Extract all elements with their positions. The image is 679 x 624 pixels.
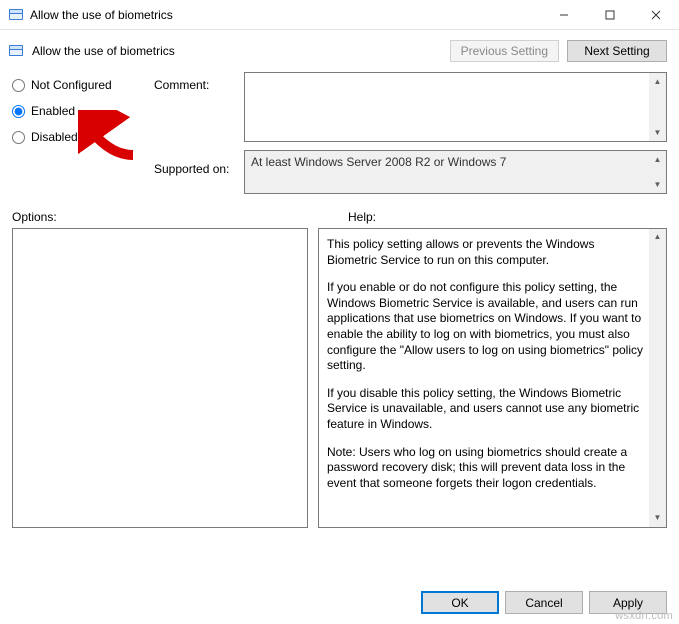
help-scrollbar[interactable]: ▲ ▼	[649, 229, 666, 527]
supported-scrollbar[interactable]: ▲ ▼	[649, 151, 666, 193]
supported-on-value: At least Windows Server 2008 R2 or Windo…	[251, 155, 506, 169]
comment-field[interactable]: ▲ ▼	[244, 72, 667, 142]
help-p3: If you disable this policy setting, the …	[327, 386, 644, 433]
enabled-radio[interactable]: Enabled	[12, 104, 142, 118]
scroll-down-icon[interactable]: ▼	[649, 124, 666, 141]
scroll-down-icon[interactable]: ▼	[649, 510, 666, 527]
scroll-up-icon[interactable]: ▲	[649, 229, 666, 246]
help-label: Help:	[348, 210, 376, 224]
field-values: ▲ ▼ At least Windows Server 2008 R2 or W…	[244, 72, 667, 194]
comment-label: Comment:	[154, 72, 232, 92]
maximize-button[interactable]	[587, 0, 633, 30]
supported-on-field: At least Windows Server 2008 R2 or Windo…	[244, 150, 667, 194]
enabled-label: Enabled	[31, 104, 75, 118]
mid-labels: Options: Help:	[0, 194, 679, 228]
help-p1: This policy setting allows or prevents t…	[327, 237, 644, 268]
watermark: wsxdn.com	[615, 610, 673, 622]
disabled-radio[interactable]: Disabled	[12, 130, 142, 144]
minimize-button[interactable]	[541, 0, 587, 30]
state-radios: Not Configured Enabled Disabled	[12, 72, 142, 194]
options-panel	[12, 228, 308, 528]
scroll-up-icon[interactable]: ▲	[649, 73, 666, 90]
header-row: Allow the use of biometrics Previous Set…	[0, 30, 679, 68]
field-labels: Comment: Supported on:	[154, 72, 232, 194]
ok-button[interactable]: OK	[421, 591, 499, 614]
help-panel: This policy setting allows or prevents t…	[318, 228, 667, 528]
config-region: Not Configured Enabled Disabled Comment:…	[0, 68, 679, 194]
scroll-down-icon[interactable]: ▼	[649, 176, 666, 193]
window-title: Allow the use of biometrics	[30, 8, 541, 22]
enabled-input[interactable]	[12, 105, 25, 118]
supported-on-label: Supported on:	[154, 162, 232, 176]
policy-icon	[8, 7, 24, 23]
window-controls	[541, 0, 679, 29]
disabled-label: Disabled	[31, 130, 78, 144]
not-configured-label: Not Configured	[31, 78, 112, 92]
setting-icon	[8, 43, 24, 59]
cancel-button[interactable]: Cancel	[505, 591, 583, 614]
panels-row: This policy setting allows or prevents t…	[0, 228, 679, 528]
not-configured-input[interactable]	[12, 79, 25, 92]
page-title: Allow the use of biometrics	[32, 44, 442, 58]
comment-scrollbar[interactable]: ▲ ▼	[649, 73, 666, 141]
scroll-up-icon[interactable]: ▲	[649, 151, 666, 168]
not-configured-radio[interactable]: Not Configured	[12, 78, 142, 92]
help-p4: Note: Users who log on using biometrics …	[327, 445, 644, 492]
next-setting-button[interactable]: Next Setting	[567, 40, 667, 62]
close-button[interactable]	[633, 0, 679, 30]
disabled-input[interactable]	[12, 131, 25, 144]
help-p2: If you enable or do not configure this p…	[327, 280, 644, 374]
options-label: Options:	[12, 210, 336, 224]
previous-setting-button[interactable]: Previous Setting	[450, 40, 559, 62]
title-bar: Allow the use of biometrics	[0, 0, 679, 30]
